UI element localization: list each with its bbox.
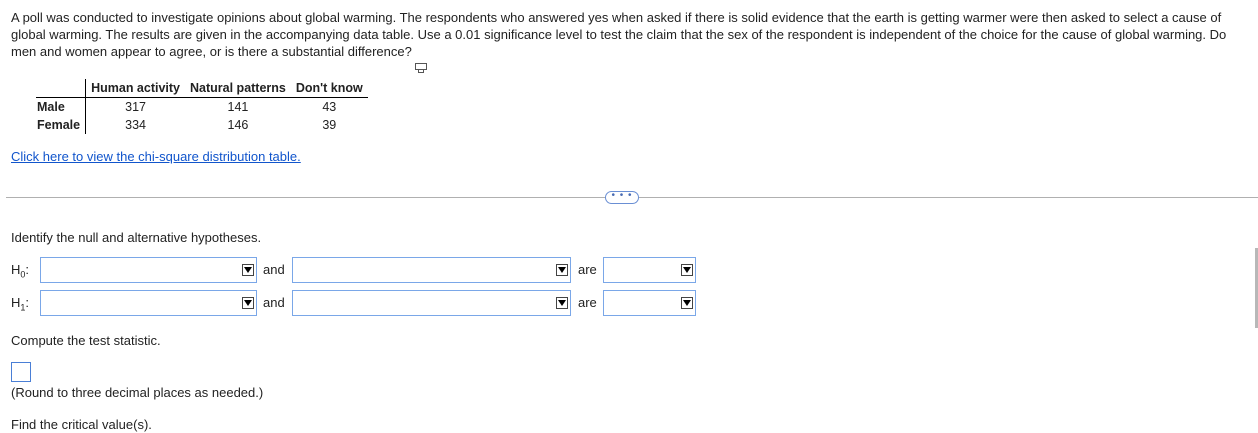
h0-select-1[interactable] — [40, 257, 257, 283]
dropdown-arrow-icon — [681, 297, 693, 309]
hypotheses-prompt: Identify the null and alternative hypoth… — [11, 230, 262, 245]
dropdown-arrow-icon — [242, 297, 254, 309]
test-statistic-prompt: Compute the test statistic. — [11, 333, 161, 348]
dropdown-arrow-icon — [556, 264, 568, 276]
test-statistic-input[interactable] — [11, 362, 31, 382]
data-table: Human activity Natural patterns Don't kn… — [36, 79, 368, 134]
h0-label: H0: — [11, 262, 30, 280]
dropdown-arrow-icon — [242, 264, 254, 276]
table-cell: 43 — [322, 100, 337, 114]
table-cell: 317 — [125, 100, 146, 114]
h1-label: H1: — [11, 295, 30, 313]
h0-select-2[interactable] — [292, 257, 571, 283]
and-label: and — [263, 295, 285, 310]
chi-square-table-link[interactable]: Click here to view the chi-square distri… — [11, 149, 301, 164]
copy-data-icon[interactable] — [415, 63, 427, 73]
h1-select-3[interactable] — [603, 290, 696, 316]
table-cell: 141 — [227, 100, 249, 114]
are-label: are — [578, 262, 597, 277]
h0-select-3[interactable] — [603, 257, 696, 283]
table-cell: 39 — [322, 118, 337, 132]
table-row: Male 317 141 43 — [36, 97, 368, 116]
column-header-natural-patterns: Natural patterns — [185, 79, 291, 98]
dropdown-arrow-icon — [681, 264, 693, 276]
table-cell: 334 — [125, 118, 146, 132]
h1-select-1[interactable] — [40, 290, 257, 316]
rounding-hint: (Round to three decimal places as needed… — [11, 385, 264, 400]
more-options-button[interactable]: • • • — [605, 191, 639, 204]
column-header-dont-know: Don't know — [290, 79, 368, 98]
and-label: and — [263, 262, 285, 277]
problem-text: A poll was conducted to investigate opin… — [11, 10, 1227, 59]
h1-select-2[interactable] — [292, 290, 571, 316]
critical-value-prompt: Find the critical value(s). — [11, 417, 152, 432]
table-cell: 146 — [227, 118, 249, 132]
are-label: are — [578, 295, 597, 310]
column-header-human-activity: Human activity — [85, 79, 186, 98]
dropdown-arrow-icon — [556, 297, 568, 309]
row-header-male: Male — [36, 97, 87, 116]
table-row: Female 334 146 39 — [36, 116, 368, 134]
row-header-female: Female — [36, 116, 87, 134]
